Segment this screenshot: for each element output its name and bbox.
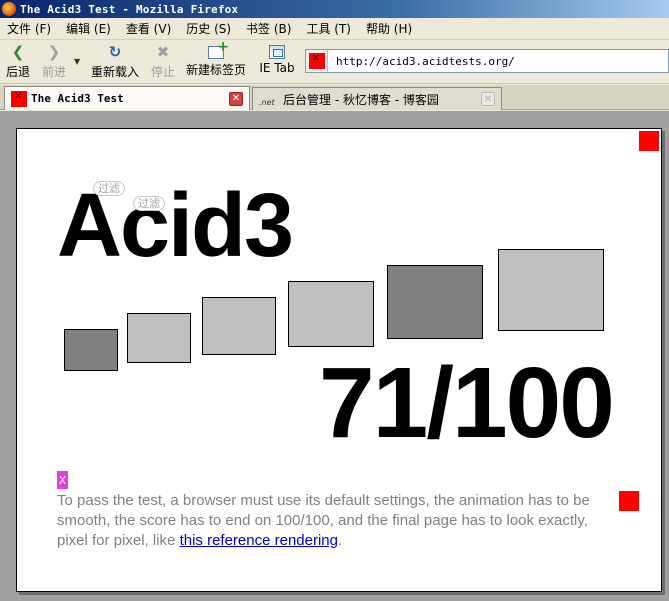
close-tab-icon[interactable]: ✕ <box>481 92 495 106</box>
test-bucket-2 <box>127 313 191 363</box>
test-bucket-6 <box>498 249 604 331</box>
tab-acid3[interactable]: The Acid3 Test ✕ <box>4 86 250 110</box>
reload-button[interactable]: ↻ 重新载入 <box>89 43 141 81</box>
forward-label: 前进 <box>41 65 66 79</box>
ie-tab-label: IE Tab <box>259 61 295 75</box>
stop-label: 停止 <box>150 65 175 79</box>
menu-bar: 文件 (F) 编辑 (E) 查看 (V) 历史 (S) 书签 (B) 工具 (T… <box>0 18 669 40</box>
ie-tab-button[interactable]: IE Tab <box>257 43 297 81</box>
acid3-favicon-icon <box>11 90 27 107</box>
menu-file[interactable]: 文件 (F) <box>0 20 59 37</box>
reload-icon: ↻ <box>108 43 122 61</box>
menu-help[interactable]: 帮助 (H) <box>359 20 420 37</box>
content-area: Acid3 过滤 过滤 71/100 X To pass the test, a… <box>0 111 669 601</box>
filter-bubble: 过滤 <box>93 181 125 196</box>
new-tab-icon <box>208 38 229 59</box>
test-bucket-3 <box>202 297 276 355</box>
new-tab-label: 新建标签页 <box>185 63 246 77</box>
menu-history[interactable]: 历史 (S) <box>179 20 239 37</box>
stop-button[interactable]: ✖ 停止 <box>149 43 177 81</box>
acid3-title: Acid3 <box>57 176 294 276</box>
test-bucket-4 <box>288 281 374 347</box>
new-tab-button[interactable]: 新建标签页 <box>184 38 248 81</box>
back-arrow-icon: ❮ <box>11 43 25 61</box>
window-title: The Acid3 Test - Mozilla Firefox <box>20 2 239 16</box>
tab-label: The Acid3 Test <box>31 92 124 105</box>
menu-view[interactable]: 查看 (V) <box>119 20 179 37</box>
description-text: To pass the test, a browser must use its… <box>57 491 617 551</box>
stop-icon: ✖ <box>156 43 170 61</box>
tab-label: 后台管理 - 秋忆博客 - 博客园 <box>283 92 439 107</box>
net-favicon-icon: .net <box>259 98 275 107</box>
score-display: 71/100 <box>319 347 615 459</box>
filter-bubble: 过滤 <box>133 196 165 211</box>
firefox-icon <box>2 2 16 16</box>
navigation-toolbar: ❮ 后退 ❯ 前进 ▼ ↻ 重新载入 ✖ 停止 新建标签页 IE Tab <box>0 38 669 84</box>
menu-tools[interactable]: 工具 (T) <box>299 20 359 37</box>
title-bar: The Acid3 Test - Mozilla Firefox <box>0 0 669 18</box>
forward-arrow-icon: ❯ <box>47 43 61 61</box>
x-marker-icon: X <box>57 471 68 489</box>
forward-button[interactable]: ❯ 前进 <box>40 43 68 81</box>
url-bar[interactable] <box>305 49 669 73</box>
tab-strip: The Acid3 Test ✕ .net 后台管理 - 秋忆博客 - 博客园 … <box>0 85 669 110</box>
ie-tab-icon <box>269 45 285 59</box>
description-end: . <box>338 532 343 549</box>
acid3-page: Acid3 过滤 过滤 71/100 X To pass the test, a… <box>16 128 662 592</box>
tab-cnblogs[interactable]: .net 后台管理 - 秋忆博客 - 博客园 ✕ <box>252 87 502 110</box>
back-label: 后退 <box>5 65 30 79</box>
test-bucket-1 <box>64 329 118 371</box>
menu-edit[interactable]: 编辑 (E) <box>59 20 119 37</box>
right-red-square <box>619 491 639 511</box>
close-tab-icon[interactable]: ✕ <box>229 91 243 106</box>
history-dropdown-icon[interactable]: ▼ <box>74 57 80 66</box>
top-right-red-square <box>639 131 659 151</box>
test-bucket-5 <box>387 265 483 339</box>
url-input[interactable] <box>328 51 658 71</box>
back-button[interactable]: ❮ 后退 <box>4 43 32 81</box>
site-identity-icon[interactable] <box>306 50 328 72</box>
menu-bookmarks[interactable]: 书签 (B) <box>239 20 299 37</box>
reference-rendering-link[interactable]: this reference rendering <box>180 532 338 549</box>
reload-label: 重新载入 <box>90 65 139 79</box>
